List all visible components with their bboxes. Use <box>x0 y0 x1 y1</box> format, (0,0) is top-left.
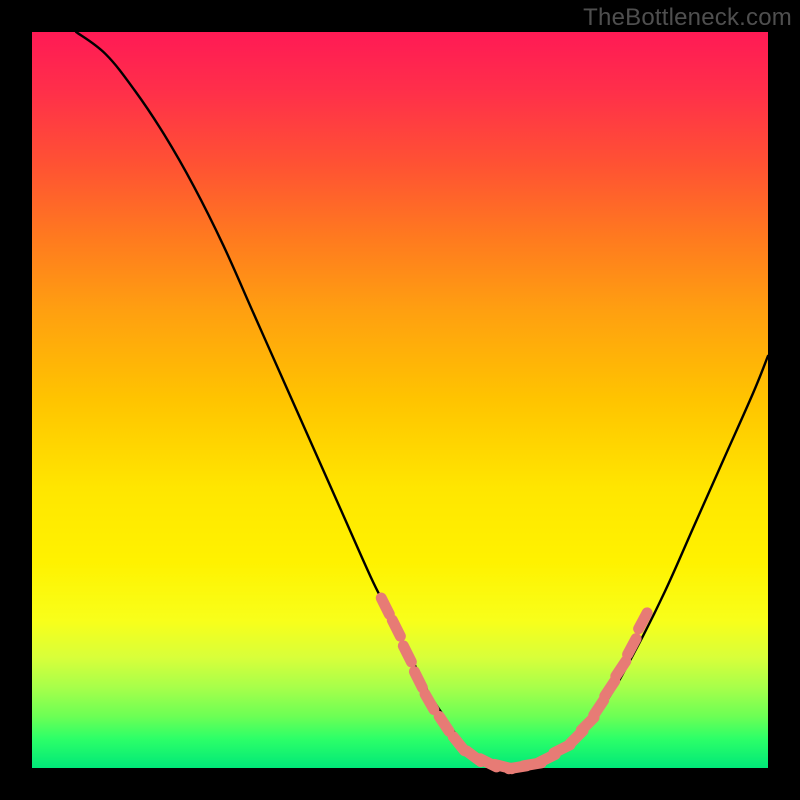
curve-markers-group <box>381 598 647 769</box>
curve-marker <box>439 716 449 731</box>
curve-marker <box>425 694 434 710</box>
curve-marker <box>414 672 422 688</box>
curve-marker <box>605 681 615 696</box>
chart-frame <box>32 32 768 768</box>
bottleneck-curve-svg <box>32 32 768 768</box>
curve-marker <box>639 613 647 629</box>
curve-marker <box>403 646 411 662</box>
curve-marker <box>381 598 389 614</box>
curve-marker <box>392 620 400 636</box>
curve-marker <box>628 639 636 655</box>
bottleneck-curve-path <box>76 32 768 769</box>
curve-marker <box>594 700 604 715</box>
curve-marker <box>616 661 626 676</box>
watermark-text: TheBottleneck.com <box>583 4 792 32</box>
